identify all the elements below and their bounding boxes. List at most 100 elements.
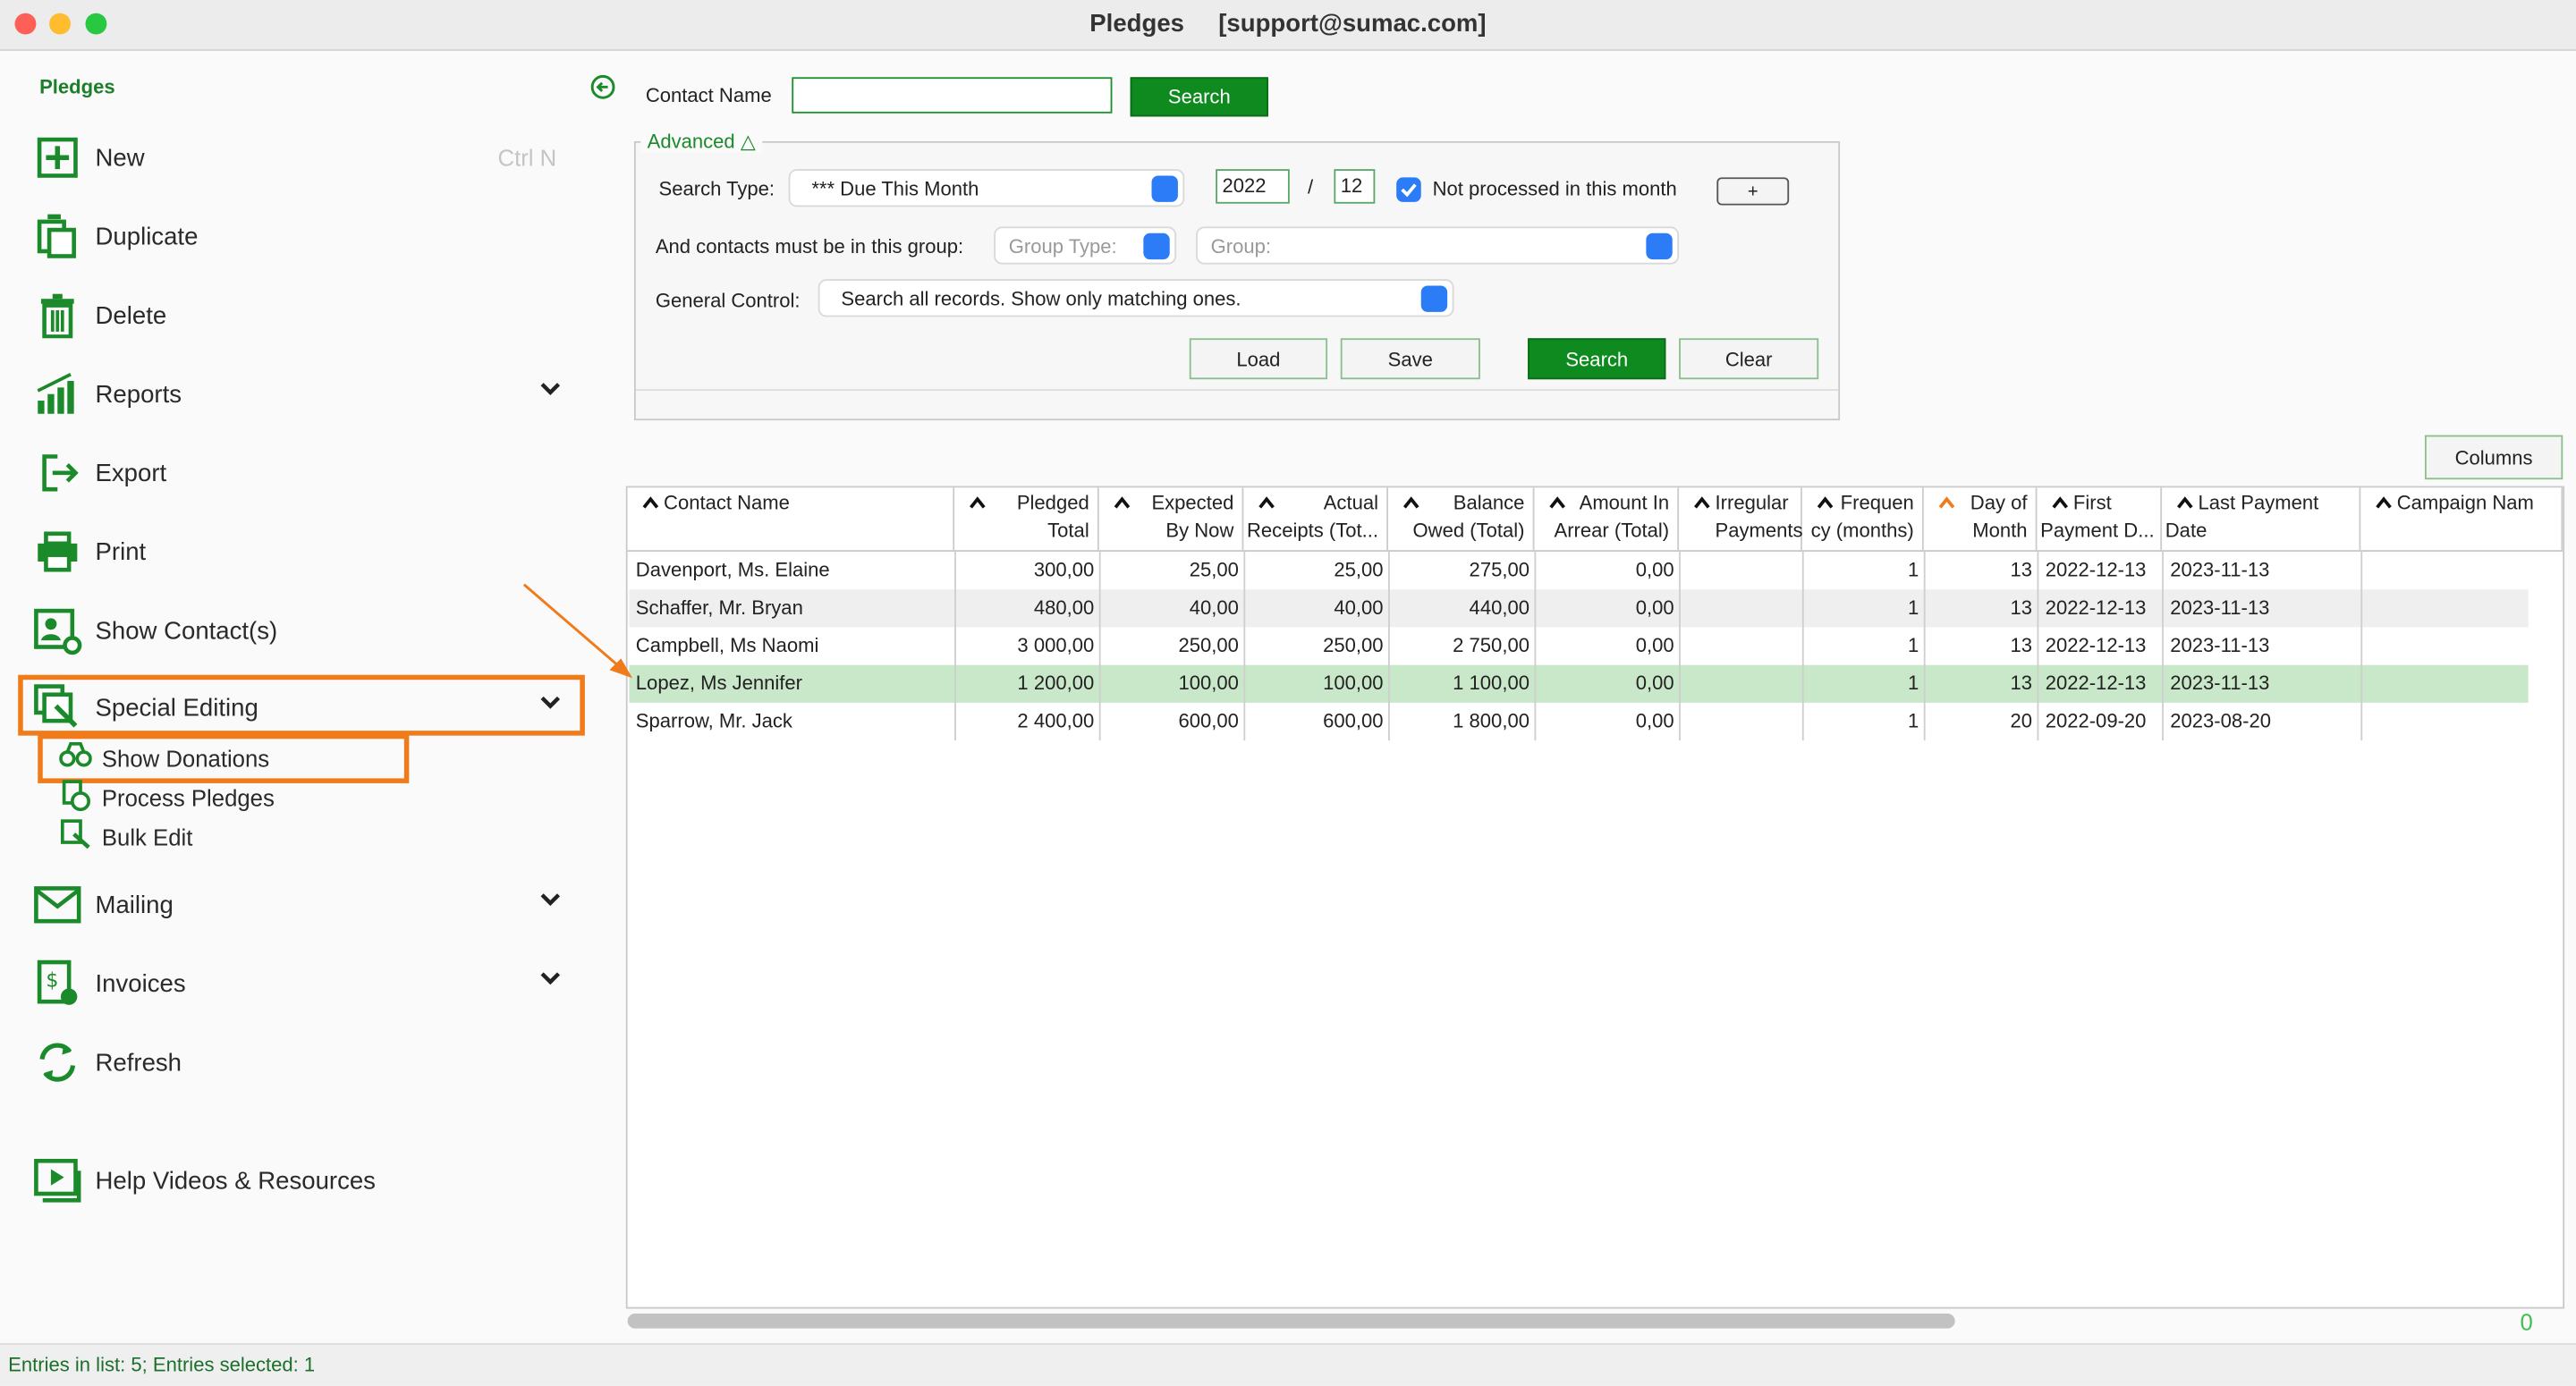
sidebar-item-label: Export bbox=[95, 459, 167, 487]
table-row[interactable]: Schaffer, Mr. Bryan 480,00 40,00 40,00 440,0… bbox=[629, 589, 2529, 628]
chevron-down-icon[interactable] bbox=[538, 691, 562, 723]
cell-frequency: 1 bbox=[1907, 672, 1919, 695]
status-text: Entries in list: 5; Entries selected: 1 bbox=[8, 1353, 316, 1376]
column-header-actual-receipts[interactable]: Actual Receipts (Tot... bbox=[1243, 487, 1389, 551]
plus-button[interactable]: + bbox=[1716, 177, 1790, 206]
column-header-amount-in-arrear[interactable]: Amount In Arrear (Total) bbox=[1534, 487, 1680, 551]
sidebar-item-delete[interactable]: Delete bbox=[33, 286, 575, 345]
save-button[interactable]: Save bbox=[1340, 338, 1480, 380]
trash-icon bbox=[33, 291, 82, 340]
cell-irregular-payments bbox=[1681, 589, 1804, 627]
sidebar-item-duplicate[interactable]: Duplicate bbox=[33, 207, 575, 266]
column-header-line1: Campaign Nam bbox=[2396, 491, 2534, 514]
video-icon bbox=[33, 1156, 82, 1205]
advanced-search-button[interactable]: Search bbox=[1528, 338, 1666, 380]
sidebar-item-mailing[interactable]: Mailing bbox=[33, 875, 575, 934]
advanced-toggle[interactable]: Advanced △ bbox=[640, 130, 763, 153]
load-button[interactable]: Load bbox=[1189, 338, 1328, 380]
status-bar: Entries in list: 5; Entries selected: 1 bbox=[0, 1343, 2576, 1386]
contact-name-label: Contact Name bbox=[645, 83, 772, 107]
column-header-line2: Payment D... bbox=[2040, 519, 2155, 542]
sidebar-item-export[interactable]: Export bbox=[33, 444, 575, 503]
group-select[interactable]: Group: bbox=[1196, 226, 1680, 265]
not-processed-checkbox[interactable] bbox=[1396, 177, 1421, 202]
table-row[interactable]: Davenport, Ms. Elaine 300,00 25,00 25,00 275… bbox=[629, 551, 2529, 590]
sidebar-subitem-show-donations[interactable]: Show Donations bbox=[59, 740, 269, 776]
column-header-pledged-total[interactable]: Pledged Total bbox=[954, 487, 1099, 551]
cell-pledged-total: 3 000,00 bbox=[1017, 633, 1095, 657]
cell-first-payment-date: 2022-12-13 bbox=[2045, 596, 2147, 620]
column-header-line1: Irregular bbox=[1715, 491, 1789, 514]
sidebar-item-refresh[interactable]: Refresh bbox=[33, 1033, 575, 1092]
horizontal-scrollbar[interactable] bbox=[627, 1314, 1955, 1329]
columns-button[interactable]: Columns bbox=[2424, 435, 2563, 480]
sidebar-subitem-bulk-edit[interactable]: Bulk Edit bbox=[59, 818, 192, 855]
cell-expected-by-now: 100,00 bbox=[1178, 672, 1239, 695]
chevron-down-icon[interactable] bbox=[538, 377, 562, 409]
cell-contact-name: Schaffer, Mr. Bryan bbox=[635, 596, 803, 620]
sidebar-subitem-label: Process Pledges bbox=[101, 784, 275, 812]
column-header-line1: Balance bbox=[1453, 491, 1525, 514]
cell-last-payment-date: 2023-08-20 bbox=[2170, 709, 2272, 732]
clear-button[interactable]: Clear bbox=[1679, 338, 1819, 380]
group-type-placeholder: Group Type: bbox=[1008, 234, 1117, 258]
column-header-campaign-name[interactable]: Campaign Nam bbox=[2360, 487, 2563, 551]
table-header: Contact Name Pledged Total Expected By Now Ac… bbox=[627, 487, 2563, 552]
binoculars-icon bbox=[59, 739, 92, 777]
cell-irregular-payments bbox=[1681, 665, 1804, 703]
column-header-first-payment-date[interactable]: First Payment D... bbox=[2038, 487, 2163, 551]
table-row-selected[interactable]: Lopez, Ms Jennifer 1 200,00 100,00 100,00 1 … bbox=[629, 664, 2529, 703]
column-header-line2: Payments bbox=[1715, 519, 1803, 542]
column-header-contact-name[interactable]: Contact Name bbox=[628, 487, 955, 551]
sort-arrow-icon bbox=[1112, 491, 1131, 519]
column-header-irregular-payments[interactable]: Irregular Payments bbox=[1679, 487, 1803, 551]
sidebar-item-new[interactable]: New bbox=[33, 128, 575, 187]
sidebar-item-help[interactable]: Help Videos & Resources bbox=[33, 1151, 575, 1210]
contact-card-icon bbox=[33, 606, 82, 655]
search-button[interactable]: Search bbox=[1130, 77, 1268, 117]
app-window: Pledges [support@sumac.com] Pledges New … bbox=[0, 0, 2576, 1386]
year-input[interactable]: 2022 bbox=[1216, 169, 1290, 204]
general-control-select[interactable]: Search all records. Show only matching o… bbox=[818, 279, 1454, 317]
column-header-last-payment-date[interactable]: Last Payment Date bbox=[2162, 487, 2361, 551]
sidebar-item-print[interactable]: Print bbox=[33, 522, 575, 581]
sidebar-item-special-editing[interactable]: Special Editing bbox=[33, 678, 575, 737]
column-header-line2: Owed (Total) bbox=[1412, 519, 1525, 542]
sort-arrow-icon bbox=[1692, 491, 1712, 519]
sidebar-item-reports[interactable]: Reports bbox=[33, 365, 575, 424]
general-control-label: General Control: bbox=[655, 289, 801, 312]
not-processed-label: Not processed in this month bbox=[1432, 177, 1677, 201]
window-account: [support@sumac.com] bbox=[1218, 10, 1487, 38]
column-header-balance-owed[interactable]: Balance Owed (Total) bbox=[1388, 487, 1535, 551]
sidebar-item-invoices[interactable]: $ Invoices bbox=[33, 954, 575, 1013]
export-icon bbox=[33, 448, 82, 497]
group-type-select[interactable]: Group Type: bbox=[994, 226, 1177, 265]
chevron-down-icon[interactable] bbox=[538, 888, 562, 919]
chevron-down-icon[interactable] bbox=[538, 968, 562, 999]
sort-arrow-icon bbox=[640, 491, 660, 519]
cell-amount-in-arrear: 0,00 bbox=[1635, 633, 1674, 657]
column-header-line2: Date bbox=[2165, 519, 2207, 542]
table-row[interactable]: Campbell, Ms Naomi 3 000,00 250,00 250,00 2 … bbox=[629, 627, 2529, 665]
sidebar-subitem-process-pledges[interactable]: Process Pledges bbox=[59, 779, 275, 816]
title-bar: Pledges [support@sumac.com] bbox=[0, 0, 2576, 51]
sidebar-item-label: Invoices bbox=[95, 969, 186, 998]
select-stepper-icon bbox=[1646, 232, 1673, 260]
cell-campaign-name bbox=[2362, 589, 2564, 627]
cell-first-payment-date: 2022-09-20 bbox=[2045, 709, 2147, 732]
column-divider bbox=[1388, 550, 1390, 741]
collapse-sidebar-icon[interactable] bbox=[589, 74, 615, 109]
search-type-select[interactable]: *** Due This Month bbox=[788, 169, 1185, 207]
column-header-frequency[interactable]: Frequen cy (months) bbox=[1802, 487, 1924, 551]
special-editing-icon bbox=[33, 683, 82, 732]
column-header-day-of-month[interactable]: Day of Month bbox=[1924, 487, 2038, 551]
column-header-line2: cy (months) bbox=[1810, 519, 1914, 542]
cell-frequency: 1 bbox=[1907, 633, 1919, 657]
select-stepper-icon bbox=[1143, 232, 1170, 260]
cell-first-payment-date: 2022-12-13 bbox=[2045, 558, 2147, 582]
table-row[interactable]: Sparrow, Mr. Jack 2 400,00 600,00 600,00 1 8… bbox=[629, 702, 2529, 741]
month-input[interactable]: 12 bbox=[1334, 169, 1376, 204]
contact-name-input[interactable] bbox=[792, 77, 1113, 114]
column-header-expected-by-now[interactable]: Expected By Now bbox=[1099, 487, 1244, 551]
sidebar-item-show-contacts[interactable]: Show Contact(s) bbox=[33, 601, 575, 660]
